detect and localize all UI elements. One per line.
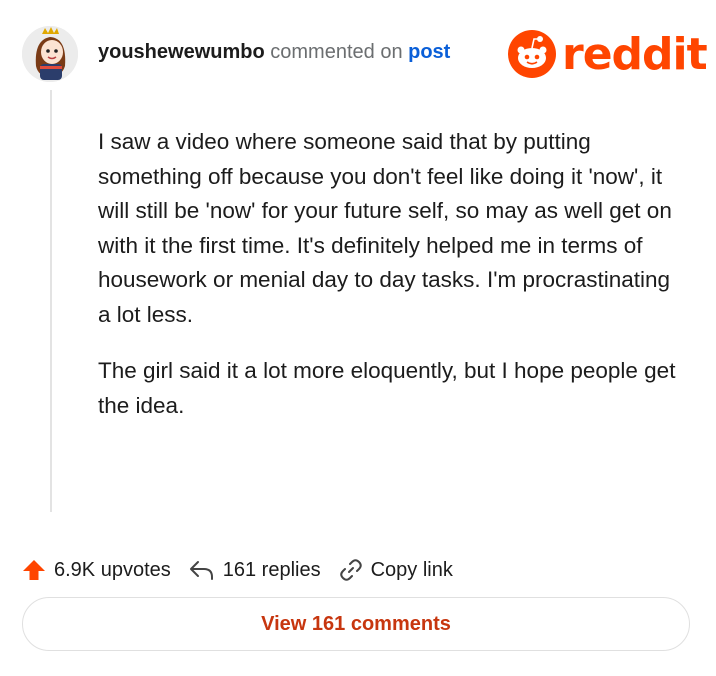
commented-on-text: commented on — [270, 41, 403, 63]
upvote-arrow-icon — [23, 560, 45, 580]
reddit-snoo-icon — [508, 30, 556, 78]
comment-header: youshewewumbo commented on post reddit — [0, 0, 716, 100]
reddit-logo[interactable]: reddit — [508, 28, 708, 80]
user-avatar[interactable] — [22, 26, 78, 82]
replies-count: 161 replies — [222, 558, 321, 581]
copy-link-label: Copy link — [370, 558, 453, 581]
link-icon — [339, 559, 362, 581]
copy-link-button[interactable]: Copy link — [339, 558, 453, 582]
view-comments-button[interactable]: View 161 comments — [22, 597, 690, 651]
comment-actions: 6.9K upvotes 161 replies Copy link — [22, 554, 471, 586]
upvote-count: 6.9K upvotes — [54, 558, 171, 581]
thread-line[interactable] — [50, 90, 52, 512]
post-link[interactable]: post — [408, 41, 450, 63]
view-comments-label: View 161 comments — [261, 612, 451, 635]
upvote-button[interactable]: 6.9K upvotes — [22, 558, 171, 582]
avatar-icon — [22, 26, 78, 82]
reply-arrow-icon — [189, 561, 213, 580]
username-link[interactable]: youshewewumbo — [98, 41, 265, 63]
comment-paragraph-1: I saw a video where someone said that by… — [98, 129, 672, 327]
comment-paragraph-2: The girl said it a lot more eloquently, … — [98, 358, 676, 418]
reddit-logo-text: reddit — [562, 28, 708, 80]
replies-button[interactable]: 161 replies — [189, 558, 321, 582]
comment-body: I saw a video where someone said that by… — [98, 125, 678, 445]
comment-byline: youshewewumbo commented on post — [98, 40, 450, 64]
